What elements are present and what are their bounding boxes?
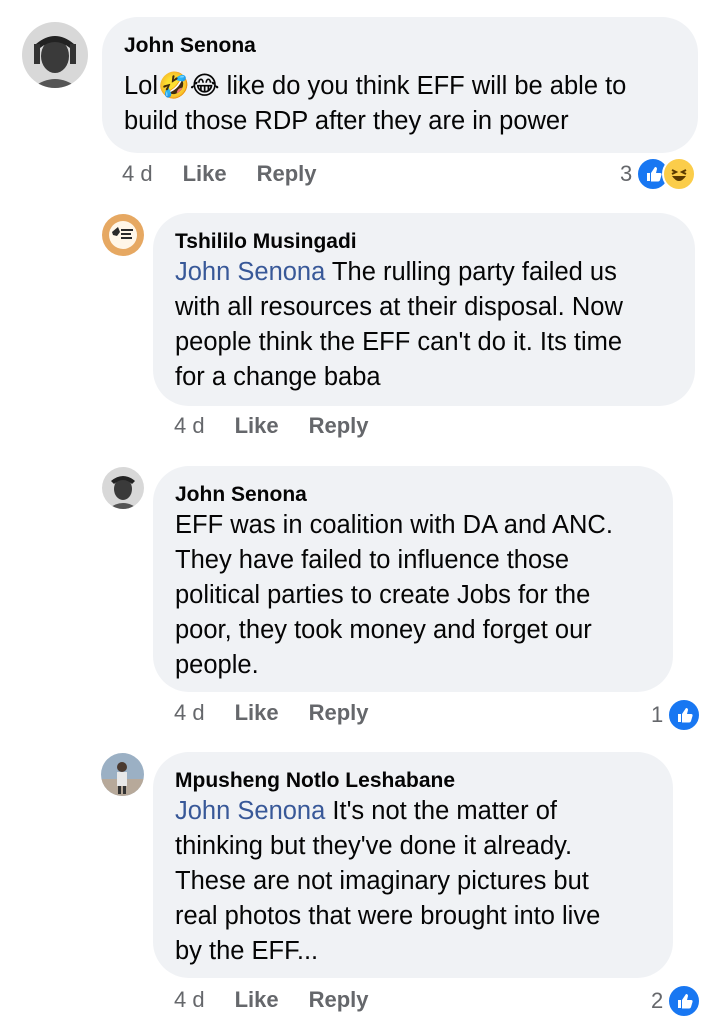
comment-actions: 4 d Like Reply (174, 413, 399, 439)
reaction-count: 3 (620, 161, 633, 186)
like-button[interactable]: Like (183, 161, 227, 187)
reply-button[interactable]: Reply (309, 413, 369, 439)
comment-author[interactable]: John Senona (175, 483, 307, 507)
comment-bubble: John Senona EFF was in coalition with DA… (153, 466, 673, 692)
reaction-summary[interactable]: 2 (651, 984, 702, 1018)
reaction-count: 1 (651, 702, 664, 727)
comment-timestamp[interactable]: 4 d (174, 413, 205, 439)
comment-author[interactable]: Tshililo Musingadi (175, 230, 357, 254)
reaction-summary[interactable]: 3 (620, 157, 697, 191)
organization-logo-icon (102, 214, 144, 256)
avatar[interactable] (102, 214, 144, 256)
comment-author[interactable]: John Senona (124, 34, 256, 58)
avatar[interactable] (22, 22, 88, 88)
person-photo-icon (22, 22, 88, 88)
comment-actions: 4 d Like Reply (174, 700, 399, 726)
reply-button[interactable]: Reply (309, 987, 369, 1013)
comment-bubble: Tshililo Musingadi John Senona The rulli… (153, 213, 695, 406)
mention-link[interactable]: John Senona (175, 797, 325, 825)
avatar[interactable] (102, 467, 144, 509)
comment-actions: 4 d Like Reply (122, 161, 347, 187)
comment-bubble: Mpusheng Notlo Leshabane John Senona It'… (153, 752, 673, 978)
haha-icon (662, 157, 697, 191)
comment-timestamp[interactable]: 4 d (174, 987, 205, 1013)
like-icon (667, 698, 702, 732)
comment-timestamp[interactable]: 4 d (174, 700, 205, 726)
like-icon (667, 984, 702, 1018)
comment-actions: 4 d Like Reply (174, 987, 399, 1013)
like-button[interactable]: Like (235, 987, 279, 1013)
like-button[interactable]: Like (235, 700, 279, 726)
comment-text: EFF was in coalition with DA and ANC. Th… (175, 511, 613, 679)
reaction-count: 2 (651, 988, 664, 1013)
person-photo-icon (102, 467, 144, 509)
reply-button[interactable]: Reply (257, 161, 317, 187)
like-button[interactable]: Like (235, 413, 279, 439)
reply-button[interactable]: Reply (309, 700, 369, 726)
comment-text: John Senona The rulling party failed us … (175, 255, 623, 395)
comment-author[interactable]: Mpusheng Notlo Leshabane (175, 769, 455, 793)
mention-link[interactable]: John Senona (175, 258, 325, 286)
avatar[interactable] (101, 753, 144, 796)
reaction-summary[interactable]: 1 (651, 698, 702, 732)
comment-text: Lol🤣😂 like do you think EFF will be able… (124, 72, 627, 135)
person-photo-icon (101, 753, 144, 796)
comment-bubble: John Senona Lol🤣😂 like do you think EFF … (102, 17, 698, 153)
comment-text: John Senona It's not the matter of think… (175, 794, 600, 969)
comment-timestamp[interactable]: 4 d (122, 161, 153, 187)
